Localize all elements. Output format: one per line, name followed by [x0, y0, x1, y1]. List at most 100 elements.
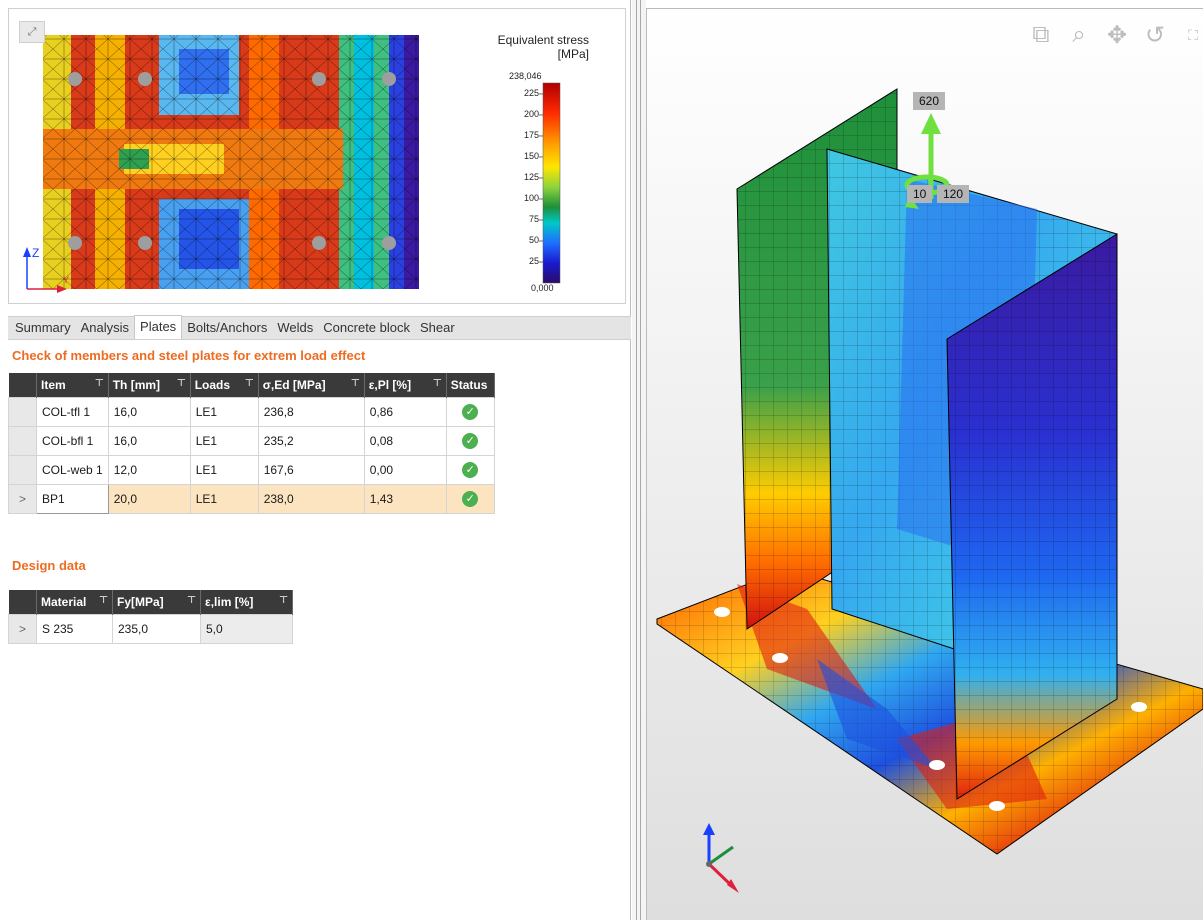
cell-item[interactable]: COL-web 1 — [36, 454, 109, 485]
load-label-moment-2: 120 — [937, 185, 970, 203]
cell-status[interactable]: ✓ — [445, 425, 495, 456]
cell-eps[interactable]: 0,08 — [363, 425, 447, 456]
cell-item[interactable]: COL-tfl 1 — [36, 396, 109, 427]
axis-z-label: Z — [32, 246, 39, 260]
load-label-vertical: 620 — [913, 92, 946, 110]
legend-tick-label: 175 — [523, 129, 539, 140]
bolt-hole — [714, 607, 730, 617]
check-ok-icon: ✓ — [462, 432, 479, 449]
table-row[interactable]: COL-tfl 1 16,0 LE1 236,8 0,86 ✓ — [8, 396, 495, 427]
cell-sigma[interactable]: 235,2 — [257, 425, 365, 456]
cell-status[interactable]: ✓ — [445, 454, 495, 485]
table-header-row: Item ⊤ Th [mm] ⊤ Loads ⊤ σ,Ed [MPa] ⊤ ε,Pl [… — [8, 373, 495, 397]
cell-th[interactable]: 20,0 — [107, 483, 191, 514]
legend-tick-label: 225 — [523, 87, 539, 98]
bolt-hole — [1131, 702, 1147, 712]
result-tabs: Summary Analysis Plates Bolts/Anchors We… — [8, 315, 631, 340]
col-eps-lim-header[interactable]: ε,lim [%] ⊤ — [200, 590, 293, 614]
col-loads-header[interactable]: Loads ⊤ — [190, 373, 259, 397]
cell-loads[interactable]: LE1 — [189, 483, 259, 514]
tab-concrete-block[interactable]: Concrete block — [318, 317, 415, 339]
legend-title: Equivalent stress [MPa] — [497, 33, 589, 61]
col-fy-header[interactable]: Fy[MPa] ⊤ — [112, 590, 201, 614]
axis-y-label: Y — [63, 275, 69, 285]
filter-icon[interactable]: ⊤ — [95, 378, 104, 389]
table-row[interactable]: COL-bfl 1 16,0 LE1 235,2 0,08 ✓ — [8, 425, 495, 456]
row-header[interactable] — [8, 396, 37, 427]
3d-view[interactable]: ⧉ ⌕ ✥ ↺ ⛶ 620 10 120 — [646, 8, 1203, 920]
legend-tick-label: 125 — [523, 171, 539, 182]
cell-material[interactable]: S 235 — [36, 613, 113, 644]
splitter-line — [640, 0, 641, 920]
col-item-header[interactable]: Item ⊤ — [36, 373, 109, 397]
filter-icon[interactable]: ⊤ — [177, 378, 186, 389]
left-panel: Z Y ⤢ Equivalent stress [MPa] 238,046 22… — [0, 0, 631, 920]
3d-model-render — [656, 88, 1203, 893]
legend-tick-label: 50 — [528, 234, 539, 245]
col-th-header[interactable]: Th [mm] ⊤ — [108, 373, 191, 397]
bolt-hole — [989, 801, 1005, 811]
cell-eps[interactable]: 0,00 — [363, 454, 447, 485]
cell-th[interactable]: 12,0 — [107, 454, 191, 485]
legend-color-bar — [542, 82, 561, 284]
axis-gizmo — [703, 823, 739, 893]
row-header[interactable] — [8, 425, 37, 456]
row-header[interactable] — [8, 454, 37, 485]
design-data-table: Material ⊤ Fy[MPa] ⊤ ε,lim [%] ⊤ > S 235 23… — [8, 590, 293, 644]
row-pointer-icon[interactable]: > — [8, 613, 37, 644]
filter-icon[interactable]: ⊤ — [351, 378, 360, 389]
stress-preview-panel: Z Y ⤢ Equivalent stress [MPa] 238,046 22… — [8, 8, 626, 304]
check-ok-icon: ✓ — [462, 403, 479, 420]
col-sigma-header[interactable]: σ,Ed [MPa] ⊤ — [258, 373, 365, 397]
plates-check-table: Item ⊤ Th [mm] ⊤ Loads ⊤ σ,Ed [MPa] ⊤ ε,Pl [… — [8, 373, 495, 514]
cell-sigma[interactable]: 236,8 — [257, 396, 365, 427]
filter-icon[interactable]: ⊤ — [433, 378, 442, 389]
table-row[interactable]: > S 235 235,0 5,0 — [8, 613, 293, 644]
col-status-header[interactable]: Status — [446, 373, 495, 397]
filter-icon[interactable]: ⊤ — [187, 595, 196, 606]
cell-loads[interactable]: LE1 — [189, 396, 259, 427]
cell-loads[interactable]: LE1 — [189, 425, 259, 456]
filter-icon[interactable]: ⊤ — [245, 378, 254, 389]
col-material-header[interactable]: Material ⊤ — [36, 590, 113, 614]
legend-tick-label: 200 — [523, 108, 539, 119]
table-row-selected[interactable]: > BP1 20,0 LE1 238,0 1,43 ✓ — [8, 483, 495, 514]
legend-tick-label: 150 — [523, 150, 539, 161]
table-header-row: Material ⊤ Fy[MPa] ⊤ ε,lim [%] ⊤ — [8, 590, 293, 614]
legend-tick-marks — [539, 93, 543, 263]
cell-sigma[interactable]: 238,0 — [257, 483, 365, 514]
row-header-corner — [8, 373, 37, 397]
tab-bolts-anchors[interactable]: Bolts/Anchors — [182, 317, 272, 339]
tab-analysis[interactable]: Analysis — [76, 317, 134, 339]
panel-splitter[interactable] — [632, 0, 646, 920]
expand-icon[interactable]: ⤢ — [19, 21, 45, 43]
cell-th[interactable]: 16,0 — [107, 396, 191, 427]
tab-summary[interactable]: Summary — [10, 317, 76, 339]
table-row[interactable]: COL-web 1 12,0 LE1 167,6 0,00 ✓ — [8, 454, 495, 485]
cell-eps-lim[interactable]: 5,0 — [200, 613, 293, 644]
cell-item[interactable]: BP1 — [36, 483, 109, 514]
legend-tick-label: 25 — [528, 255, 539, 266]
app-window: Z Y ⤢ Equivalent stress [MPa] 238,046 22… — [0, 0, 1203, 920]
cell-status[interactable]: ✓ — [445, 483, 495, 514]
cell-fy[interactable]: 235,0 — [112, 613, 201, 644]
cell-item[interactable]: COL-bfl 1 — [36, 425, 109, 456]
tab-welds[interactable]: Welds — [272, 317, 318, 339]
cell-th[interactable]: 16,0 — [107, 425, 191, 456]
cell-sigma[interactable]: 167,6 — [257, 454, 365, 485]
tab-shear[interactable]: Shear — [415, 317, 460, 339]
filter-icon[interactable]: ⊤ — [279, 595, 288, 606]
cell-loads[interactable]: LE1 — [189, 454, 259, 485]
row-pointer-icon[interactable]: > — [8, 483, 37, 514]
cell-eps[interactable]: 1,43 — [363, 483, 447, 514]
filter-icon[interactable]: ⊤ — [99, 595, 108, 606]
check-ok-icon: ✓ — [462, 490, 479, 507]
legend-max-value: 238,046 — [509, 71, 542, 81]
cell-eps[interactable]: 0,86 — [363, 396, 447, 427]
tab-plates[interactable]: Plates — [134, 315, 183, 339]
bolt-hole — [929, 760, 945, 770]
cell-status[interactable]: ✓ — [445, 396, 495, 427]
check-section-title: Check of members and steel plates for ex… — [12, 348, 366, 363]
legend-tick-label: 100 — [523, 192, 539, 203]
col-eps-header[interactable]: ε,Pl [%] ⊤ — [364, 373, 447, 397]
